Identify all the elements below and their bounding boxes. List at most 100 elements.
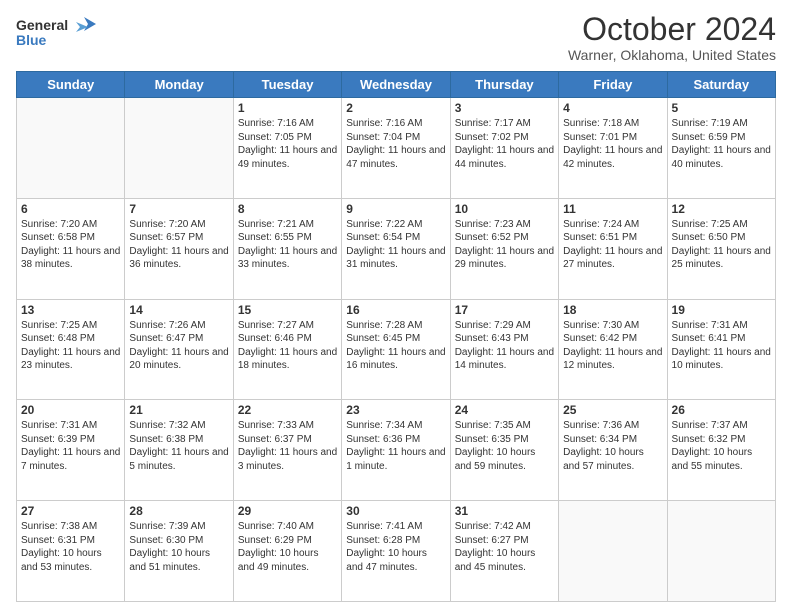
day-number: 12: [672, 202, 771, 216]
day-number: 2: [346, 101, 445, 115]
day-number: 30: [346, 504, 445, 518]
cell-sun-info: Sunrise: 7:32 AMSunset: 6:38 PMDaylight:…: [129, 419, 228, 473]
page: General Blue October 2024 Warner, Oklaho…: [0, 0, 792, 612]
weekday-header-friday: Friday: [559, 72, 667, 98]
cell-sun-info: Sunrise: 7:23 AMSunset: 6:52 PMDaylight:…: [455, 218, 554, 272]
cell-sun-info: Sunrise: 7:28 AMSunset: 6:45 PMDaylight:…: [346, 319, 445, 373]
day-number: 20: [21, 403, 120, 417]
cell-sun-info: Sunrise: 7:26 AMSunset: 6:47 PMDaylight:…: [129, 319, 228, 373]
calendar-cell: 30 Sunrise: 7:41 AMSunset: 6:28 PMDayligh…: [342, 501, 450, 602]
cell-sun-info: Sunrise: 7:42 AMSunset: 6:27 PMDaylight:…: [455, 520, 554, 574]
calendar-cell: 22Sunrise: 7:33 AMSunset: 6:37 PMDayligh…: [233, 400, 341, 501]
calendar-cell: 25 Sunrise: 7:36 AMSunset: 6:34 PMDayligh…: [559, 400, 667, 501]
calendar-cell: 29 Sunrise: 7:40 AMSunset: 6:29 PMDayligh…: [233, 501, 341, 602]
weekday-header-thursday: Thursday: [450, 72, 558, 98]
calendar-cell: 5 Sunrise: 7:19 AMSunset: 6:59 PMDaylight…: [667, 98, 775, 199]
weekday-header-row: SundayMondayTuesdayWednesdayThursdayFrid…: [17, 72, 776, 98]
day-number: 13: [21, 303, 120, 317]
svg-text:Blue: Blue: [16, 32, 47, 48]
calendar-cell: 28 Sunrise: 7:39 AMSunset: 6:30 PMDayligh…: [125, 501, 233, 602]
cell-sun-info: Sunrise: 7:25 AMSunset: 6:48 PMDaylight:…: [21, 319, 120, 373]
weekday-header-saturday: Saturday: [667, 72, 775, 98]
day-number: 25: [563, 403, 662, 417]
calendar-cell: [17, 98, 125, 199]
calendar-cell: 6Sunrise: 7:20 AMSunset: 6:58 PMDaylight…: [17, 198, 125, 299]
calendar-cell: 18 Sunrise: 7:30 AMSunset: 6:42 PMDayligh…: [559, 299, 667, 400]
calendar-week-3: 13 Sunrise: 7:25 AMSunset: 6:48 PMDayligh…: [17, 299, 776, 400]
calendar-cell: 31 Sunrise: 7:42 AMSunset: 6:27 PMDayligh…: [450, 501, 558, 602]
calendar-week-2: 6Sunrise: 7:20 AMSunset: 6:58 PMDaylight…: [17, 198, 776, 299]
calendar-cell: 3Sunrise: 7:17 AMSunset: 7:02 PMDaylight…: [450, 98, 558, 199]
day-number: 31: [455, 504, 554, 518]
cell-sun-info: Sunrise: 7:31 AMSunset: 6:39 PMDaylight:…: [21, 419, 120, 473]
calendar-cell: 4 Sunrise: 7:18 AMSunset: 7:01 PMDaylight…: [559, 98, 667, 199]
calendar-cell: 17 Sunrise: 7:29 AMSunset: 6:43 PMDayligh…: [450, 299, 558, 400]
day-number: 29: [238, 504, 337, 518]
calendar-cell: [667, 501, 775, 602]
svg-text:General: General: [16, 17, 68, 33]
day-number: 23: [346, 403, 445, 417]
header: General Blue October 2024 Warner, Oklaho…: [16, 12, 776, 63]
calendar-cell: 16 Sunrise: 7:28 AMSunset: 6:45 PMDayligh…: [342, 299, 450, 400]
cell-sun-info: Sunrise: 7:34 AMSunset: 6:36 PMDaylight:…: [346, 419, 445, 473]
day-number: 24: [455, 403, 554, 417]
day-number: 28: [129, 504, 228, 518]
calendar-cell: [125, 98, 233, 199]
day-number: 11: [563, 202, 662, 216]
day-number: 10: [455, 202, 554, 216]
cell-sun-info: Sunrise: 7:20 AMSunset: 6:58 PMDaylight:…: [21, 218, 120, 272]
cell-sun-info: Sunrise: 7:38 AMSunset: 6:31 PMDaylight:…: [21, 520, 120, 574]
cell-sun-info: Sunrise: 7:40 AMSunset: 6:29 PMDaylight:…: [238, 520, 337, 574]
cell-sun-info: Sunrise: 7:30 AMSunset: 6:42 PMDaylight:…: [563, 319, 662, 373]
day-number: 8: [238, 202, 337, 216]
day-number: 9: [346, 202, 445, 216]
weekday-header-sunday: Sunday: [17, 72, 125, 98]
cell-sun-info: Sunrise: 7:37 AMSunset: 6:32 PMDaylight:…: [672, 419, 771, 473]
calendar-cell: 12Sunrise: 7:25 AMSunset: 6:50 PMDayligh…: [667, 198, 775, 299]
calendar-week-1: 1 Sunrise: 7:16 AMSunset: 7:05 PMDaylight…: [17, 98, 776, 199]
day-number: 16: [346, 303, 445, 317]
calendar-cell: 10 Sunrise: 7:23 AMSunset: 6:52 PMDayligh…: [450, 198, 558, 299]
cell-sun-info: Sunrise: 7:39 AMSunset: 6:30 PMDaylight:…: [129, 520, 228, 574]
calendar-cell: 14Sunrise: 7:26 AMSunset: 6:47 PMDayligh…: [125, 299, 233, 400]
calendar-cell: 20 Sunrise: 7:31 AMSunset: 6:39 PMDayligh…: [17, 400, 125, 501]
calendar-cell: 21 Sunrise: 7:32 AMSunset: 6:38 PMDayligh…: [125, 400, 233, 501]
calendar-cell: [559, 501, 667, 602]
day-number: 17: [455, 303, 554, 317]
day-number: 27: [21, 504, 120, 518]
calendar-cell: 2 Sunrise: 7:16 AMSunset: 7:04 PMDaylight…: [342, 98, 450, 199]
cell-sun-info: Sunrise: 7:41 AMSunset: 6:28 PMDaylight:…: [346, 520, 445, 574]
calendar-week-4: 20 Sunrise: 7:31 AMSunset: 6:39 PMDayligh…: [17, 400, 776, 501]
calendar-cell: 23 Sunrise: 7:34 AMSunset: 6:36 PMDayligh…: [342, 400, 450, 501]
cell-sun-info: Sunrise: 7:16 AMSunset: 7:04 PMDaylight:…: [346, 117, 445, 171]
cell-sun-info: Sunrise: 7:16 AMSunset: 7:05 PMDaylight:…: [238, 117, 337, 171]
calendar-cell: 26 Sunrise: 7:37 AMSunset: 6:32 PMDayligh…: [667, 400, 775, 501]
calendar-cell: 9 Sunrise: 7:22 AMSunset: 6:54 PMDaylight…: [342, 198, 450, 299]
day-number: 22: [238, 403, 337, 417]
day-number: 5: [672, 101, 771, 115]
weekday-header-monday: Monday: [125, 72, 233, 98]
day-number: 4: [563, 101, 662, 115]
cell-sun-info: Sunrise: 7:19 AMSunset: 6:59 PMDaylight:…: [672, 117, 771, 171]
day-number: 19: [672, 303, 771, 317]
calendar-cell: 19 Sunrise: 7:31 AMSunset: 6:41 PMDayligh…: [667, 299, 775, 400]
day-number: 18: [563, 303, 662, 317]
cell-sun-info: Sunrise: 7:24 AMSunset: 6:51 PMDaylight:…: [563, 218, 662, 272]
calendar-cell: 27 Sunrise: 7:38 AMSunset: 6:31 PMDayligh…: [17, 501, 125, 602]
day-number: 7: [129, 202, 228, 216]
cell-sun-info: Sunrise: 7:21 AMSunset: 6:55 PMDaylight:…: [238, 218, 337, 272]
cell-sun-info: Sunrise: 7:31 AMSunset: 6:41 PMDaylight:…: [672, 319, 771, 373]
cell-sun-info: Sunrise: 7:36 AMSunset: 6:34 PMDaylight:…: [563, 419, 662, 473]
cell-sun-info: Sunrise: 7:35 AMSunset: 6:35 PMDaylight:…: [455, 419, 554, 473]
calendar-cell: 1 Sunrise: 7:16 AMSunset: 7:05 PMDaylight…: [233, 98, 341, 199]
day-number: 26: [672, 403, 771, 417]
cell-sun-info: Sunrise: 7:22 AMSunset: 6:54 PMDaylight:…: [346, 218, 445, 272]
logo: General Blue: [16, 12, 96, 57]
calendar-table: SundayMondayTuesdayWednesdayThursdayFrid…: [16, 71, 776, 602]
location: Warner, Oklahoma, United States: [568, 47, 776, 63]
day-number: 1: [238, 101, 337, 115]
day-number: 21: [129, 403, 228, 417]
cell-sun-info: Sunrise: 7:18 AMSunset: 7:01 PMDaylight:…: [563, 117, 662, 171]
calendar-cell: 15Sunrise: 7:27 AMSunset: 6:46 PMDayligh…: [233, 299, 341, 400]
cell-sun-info: Sunrise: 7:29 AMSunset: 6:43 PMDaylight:…: [455, 319, 554, 373]
